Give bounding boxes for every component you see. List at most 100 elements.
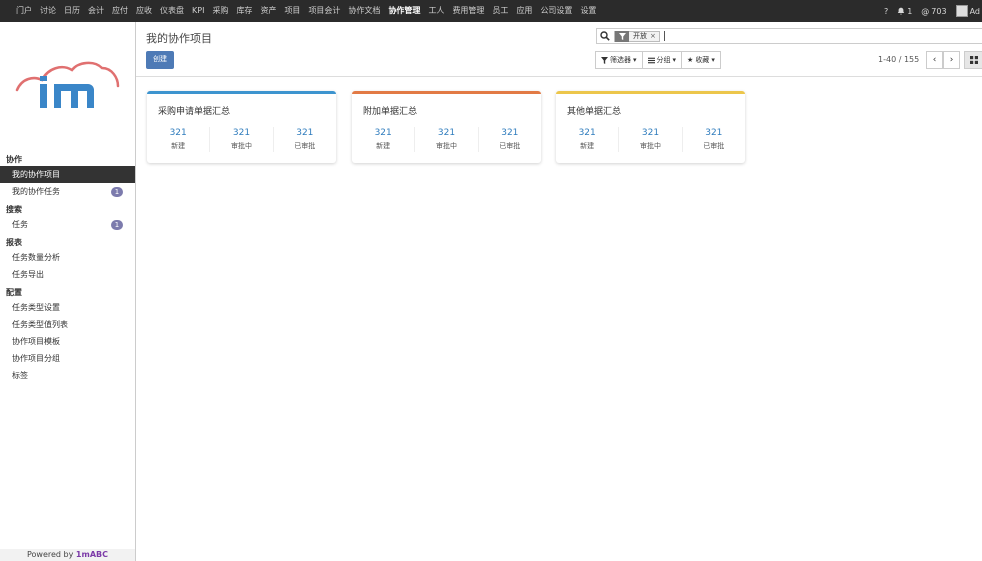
stat-label: 审批中 bbox=[230, 142, 252, 150]
count-badge: 1 bbox=[111, 186, 123, 197]
nav-item[interactable]: 项目会计 bbox=[304, 0, 344, 22]
sidebar-item[interactable]: 任务 1 bbox=[0, 216, 135, 233]
sidebar-section-title: 协作 bbox=[6, 155, 22, 164]
systray: ? 1 @ 703 Ad bbox=[884, 0, 982, 22]
sidebar-menu: 协作 我的协作项目 我的协作任务 1 搜索 任务 1 报表 任务数量分析 任务导出 配置 任务类型设置… bbox=[0, 150, 135, 384]
stat-count: 321 bbox=[641, 128, 660, 138]
stat-label: 已审批 bbox=[499, 142, 521, 150]
card-title: 采购申请单据汇总 bbox=[158, 107, 231, 117]
sidebar-item-label: 任务导出 bbox=[12, 270, 44, 279]
stat-count: 321 bbox=[705, 128, 723, 138]
kanban-card[interactable]: 附加单据汇总 321 新建 321 审批中 321 已审批 bbox=[352, 91, 541, 163]
nav-item[interactable]: 讨论 bbox=[36, 0, 60, 22]
nav-item[interactable]: 工人 bbox=[424, 0, 448, 22]
list-icon bbox=[647, 57, 655, 63]
sidebar: 协作 我的协作项目 我的协作任务 1 搜索 任务 1 报表 任务数量分析 任务导出 配置 任务类型设置… bbox=[0, 22, 136, 561]
nav-item[interactable]: 费用管理 bbox=[448, 0, 488, 22]
sidebar-item[interactable]: 协作项目模板 bbox=[0, 333, 135, 350]
card-stat[interactable]: 321 审批中 bbox=[618, 127, 681, 152]
stat-count: 321 bbox=[437, 128, 456, 138]
card-stat[interactable]: 321 新建 bbox=[147, 127, 209, 152]
nav-item[interactable]: 应付 bbox=[108, 0, 132, 22]
sidebar-item[interactable]: 任务类型值列表 bbox=[0, 316, 135, 333]
control-panel-divider bbox=[136, 76, 982, 77]
avatar bbox=[955, 5, 968, 17]
kanban-view-button[interactable] bbox=[964, 51, 982, 69]
nav-item[interactable]: 采购 bbox=[208, 0, 232, 22]
sidebar-section-title: 配置 bbox=[6, 288, 22, 297]
stat-label: 新建 bbox=[171, 142, 186, 150]
card-stat[interactable]: 321 审批中 bbox=[209, 127, 272, 152]
at-icon: @ bbox=[921, 6, 930, 16]
nav-item[interactable]: 员工 bbox=[488, 0, 512, 22]
nav-item[interactable]: 会计 bbox=[84, 0, 108, 22]
facet-label: 开放 bbox=[633, 32, 647, 40]
card-stat[interactable]: 321 新建 bbox=[352, 127, 414, 152]
nav-item[interactable]: 公司设置 bbox=[536, 0, 576, 22]
stat-label: 已审批 bbox=[294, 142, 316, 150]
nav-item[interactable]: 日历 bbox=[60, 0, 84, 22]
notifications-button[interactable]: 1 bbox=[897, 7, 912, 16]
nav-item[interactable]: 资产 bbox=[256, 0, 280, 22]
pager-previous[interactable]: ‹ bbox=[926, 51, 943, 69]
facet-remove-icon[interactable]: × bbox=[650, 32, 656, 40]
user-name: Ad bbox=[969, 6, 980, 16]
stat-label: 审批中 bbox=[435, 142, 457, 150]
groupby-label: 分组 bbox=[656, 56, 671, 64]
kanban-card[interactable]: 其他单据汇总 321 新建 321 审批中 321 已审批 bbox=[556, 91, 745, 163]
nav-item[interactable]: 协作文档 bbox=[344, 0, 384, 22]
card-stat[interactable]: 321 审批中 bbox=[414, 127, 477, 152]
notifications-count: 1 bbox=[907, 6, 913, 16]
search-options: 筛选器 ▾ 分组 ▾ ★ 收藏 ▾ bbox=[595, 51, 721, 69]
nav-item[interactable]: 项目 bbox=[280, 0, 304, 22]
search-input[interactable] bbox=[663, 31, 784, 41]
pager-value[interactable]: 1-40 / 155 bbox=[878, 52, 919, 68]
card-color-bar bbox=[352, 91, 541, 94]
kanban-card[interactable]: 采购申请单据汇总 321 新建 321 审批中 321 已审批 bbox=[147, 91, 336, 163]
sidebar-item-label: 标签 bbox=[12, 371, 28, 380]
top-navbar: 门户 讨论 日历 会计 应付 应收 仪表盘 KPI 采购 库存 资产 项目 项目会计 协作文档 协作管理 工人… bbox=[0, 0, 982, 22]
stat-label: 已审批 bbox=[703, 142, 725, 150]
help-button[interactable]: ? bbox=[884, 7, 888, 16]
bell-icon bbox=[898, 7, 905, 15]
app-menu: 门户 讨论 日历 会计 应付 应收 仪表盘 KPI 采购 库存 资产 项目 项目会计 协作文档 协作管理 工人… bbox=[0, 0, 600, 22]
sidebar-section-title: 搜索 bbox=[6, 205, 22, 214]
favorites-button[interactable]: ★ 收藏 ▾ bbox=[681, 51, 721, 69]
card-stats: 321 新建 321 审批中 321 已审批 bbox=[352, 127, 541, 152]
sidebar-item[interactable]: 我的协作任务 1 bbox=[0, 183, 135, 200]
create-button[interactable]: 创建 bbox=[146, 51, 174, 69]
sidebar-item-label: 我的协作项目 bbox=[12, 170, 60, 179]
sidebar-item-label: 协作项目分组 bbox=[12, 354, 60, 363]
mentions-button[interactable]: @ 703 bbox=[921, 7, 946, 16]
nav-item[interactable]: 仪表盘 bbox=[156, 0, 188, 22]
stat-label: 新建 bbox=[376, 142, 391, 150]
card-stat[interactable]: 321 已审批 bbox=[272, 127, 336, 152]
card-stat[interactable]: 321 已审批 bbox=[681, 127, 745, 152]
nav-item[interactable]: 应收 bbox=[132, 0, 156, 22]
sidebar-item-label: 任务类型值列表 bbox=[12, 320, 68, 329]
filters-button[interactable]: 筛选器 ▾ bbox=[595, 51, 643, 69]
nav-item[interactable]: 应用 bbox=[512, 0, 536, 22]
nav-item[interactable]: KPI bbox=[188, 0, 208, 22]
search-bar[interactable]: 开放 × bbox=[596, 28, 982, 44]
stat-count: 321 bbox=[296, 128, 314, 138]
nav-item[interactable]: 设置 bbox=[576, 0, 600, 22]
sidebar-item[interactable]: 任务数量分析 bbox=[0, 249, 135, 266]
nav-item[interactable]: 门户 bbox=[12, 0, 36, 22]
stat-count: 321 bbox=[578, 128, 596, 138]
groupby-button[interactable]: 分组 ▾ bbox=[641, 51, 683, 69]
powered-brand[interactable]: 1mABC bbox=[76, 550, 108, 559]
sidebar-item[interactable]: 任务导出 bbox=[0, 266, 135, 283]
nav-item[interactable]: 库存 bbox=[232, 0, 256, 22]
search-facet: 开放 × bbox=[614, 30, 660, 42]
nav-item[interactable]: 协作管理 bbox=[384, 0, 424, 22]
sidebar-item[interactable]: 任务类型设置 bbox=[0, 299, 135, 316]
sidebar-item[interactable]: 我的协作项目 bbox=[0, 166, 135, 183]
stat-count: 321 bbox=[374, 128, 392, 138]
sidebar-item[interactable]: 协作项目分组 bbox=[0, 350, 135, 367]
card-stat[interactable]: 321 已审批 bbox=[477, 127, 541, 152]
sidebar-item[interactable]: 标签 bbox=[0, 367, 135, 384]
card-stat[interactable]: 321 新建 bbox=[556, 127, 618, 152]
pager-next[interactable]: › bbox=[943, 51, 960, 69]
user-menu[interactable]: Ad bbox=[955, 5, 980, 17]
